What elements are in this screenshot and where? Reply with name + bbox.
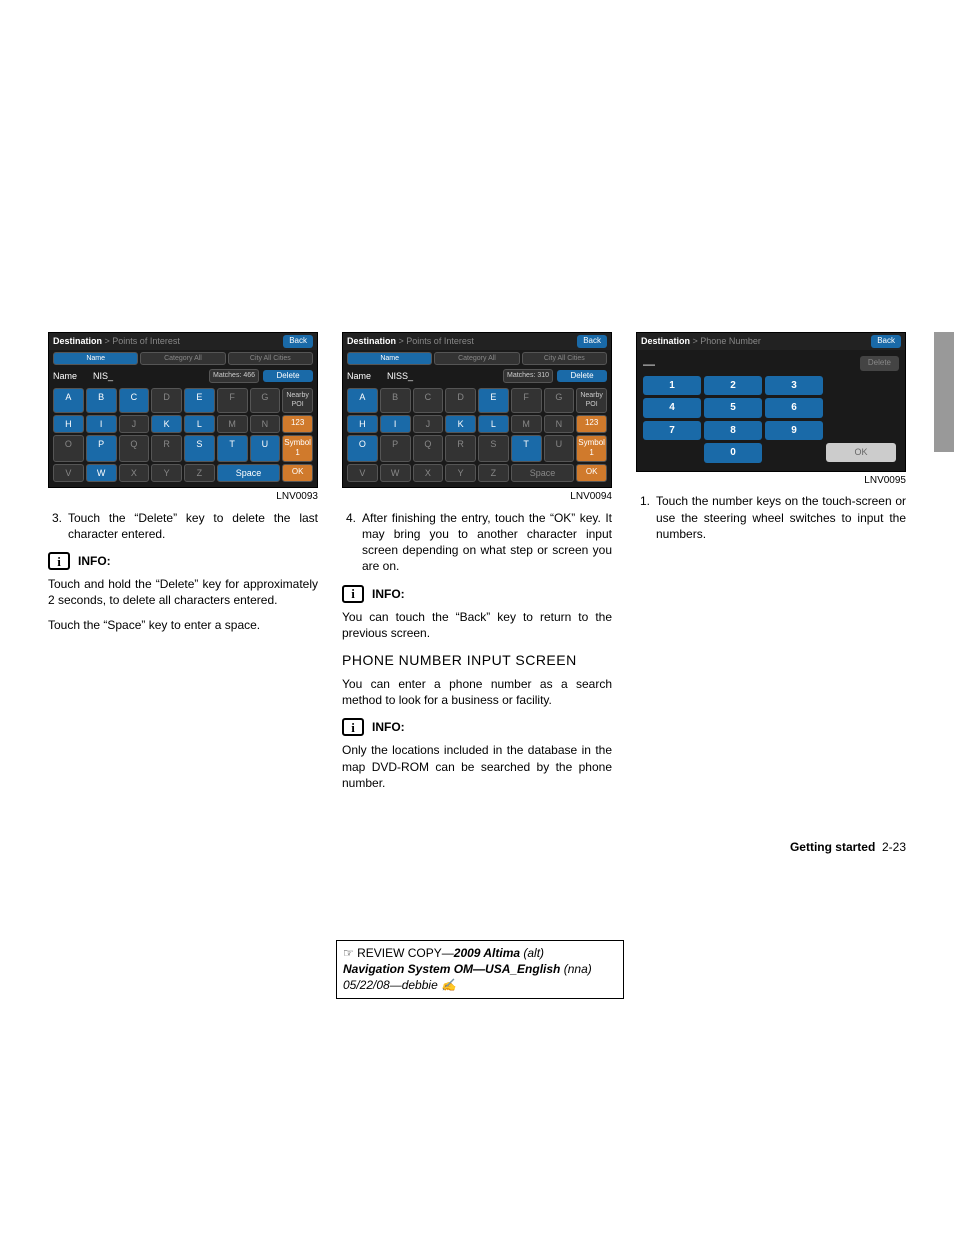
keypad-2: 2 — [704, 376, 762, 396]
step-4-num: 4. — [342, 510, 356, 575]
col1-p2: Touch the “Space” key to enter a space. — [48, 617, 318, 633]
step-3-num: 3. — [48, 510, 62, 542]
keypad-6: 6 — [765, 398, 823, 418]
page-footer: Getting started 2-23 — [790, 840, 906, 854]
keypad-0: 0 — [704, 443, 762, 463]
screen1-sub: Points of Interest — [112, 336, 180, 346]
step-4-text: After finishing the entry, touch the “OK… — [362, 510, 612, 575]
page-side-tab — [934, 332, 954, 452]
keypad-8: 8 — [704, 421, 762, 441]
step-1-text: Touch the number keys on the touch-scree… — [656, 493, 906, 542]
keypad-9: 9 — [765, 421, 823, 441]
figure-id-2: LNV0094 — [342, 490, 612, 504]
info-label: INFO: — [78, 553, 111, 569]
back-button: Back — [577, 335, 607, 348]
figure-id-3: LNV0095 — [636, 474, 906, 488]
review-copy-box: ☞ REVIEW COPY—2009 Altima (alt) Navigati… — [336, 940, 624, 999]
name-value: NIS_ — [93, 370, 205, 382]
poi-keyboard-screenshot-1: Destination > Points of Interest Back Na… — [48, 332, 318, 488]
ok-key: OK — [826, 443, 896, 461]
keypad-1: 1 — [643, 376, 701, 396]
column-3: Destination > Phone Number Back — Delete… — [636, 332, 906, 799]
tab-category: Category All — [140, 352, 225, 365]
delete-key: Delete — [263, 370, 313, 383]
info-icon: i — [48, 552, 70, 570]
phone-number-screenshot: Destination > Phone Number Back — Delete… — [636, 332, 906, 472]
poi-keyboard-screenshot-2: Destination > Points of Interest Back Na… — [342, 332, 612, 488]
back-button: Back — [283, 335, 313, 348]
figure-id-1: LNV0093 — [48, 490, 318, 504]
phone-input-value: — — [643, 356, 655, 372]
phone-heading: PHONE NUMBER INPUT SCREEN — [342, 651, 612, 670]
col1-p1: Touch and hold the “Delete” key for appr… — [48, 576, 318, 608]
tab-name: Name — [53, 352, 138, 365]
col2-p1: You can touch the “Back” key to return t… — [342, 609, 612, 641]
info-icon: i — [342, 585, 364, 603]
column-2: Destination > Points of Interest Back Na… — [342, 332, 612, 799]
step-3-text: Touch the “Delete” key to delete the las… — [68, 510, 318, 542]
keypad-7: 7 — [643, 421, 701, 441]
name-label: Name — [53, 370, 89, 382]
tab-city: City All Cities — [228, 352, 313, 365]
step-1-num: 1. — [636, 493, 650, 542]
matches-badge: Matches: 466 — [209, 369, 259, 382]
keypad-5: 5 — [704, 398, 762, 418]
col2-p2: You can enter a phone number as a search… — [342, 676, 612, 708]
column-1: Destination > Points of Interest Back Na… — [48, 332, 318, 799]
back-button: Back — [871, 335, 901, 348]
col2-p3: Only the locations included in the datab… — [342, 742, 612, 791]
screen1-title: Destination — [53, 336, 102, 346]
delete-key: Delete — [860, 356, 899, 371]
info-icon: i — [342, 718, 364, 736]
keypad-4: 4 — [643, 398, 701, 418]
keypad-3: 3 — [765, 376, 823, 396]
